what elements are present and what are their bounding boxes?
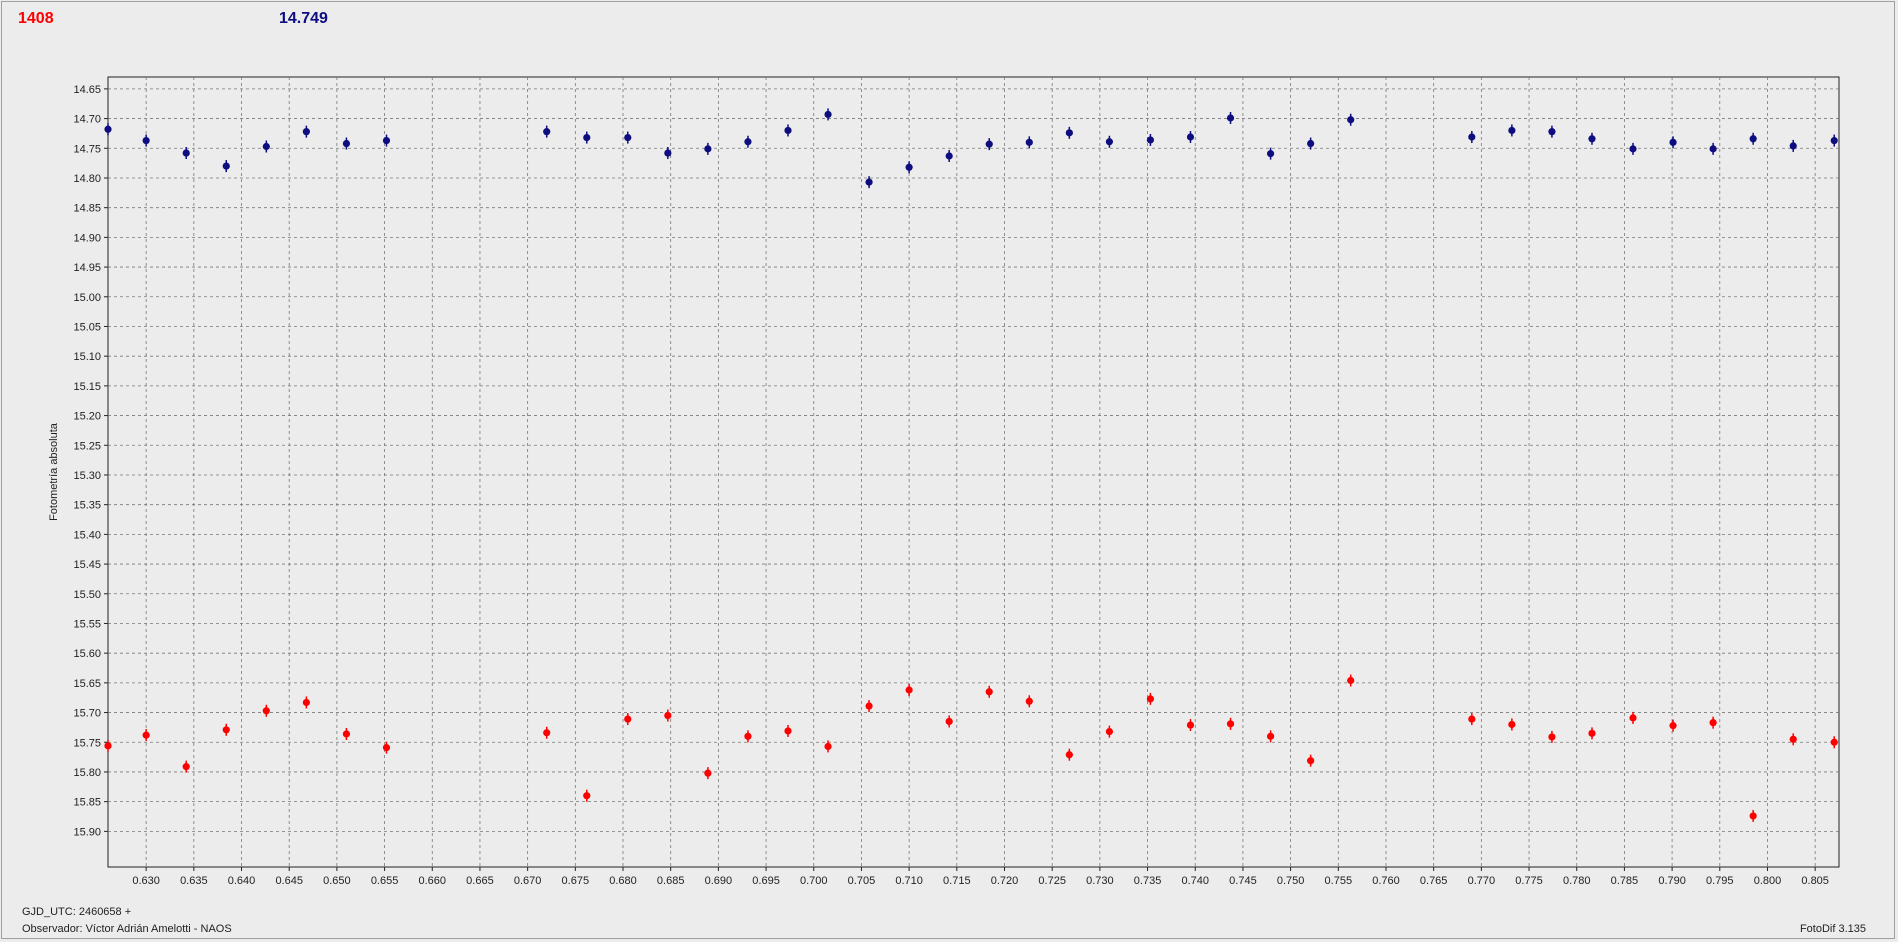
y-tick-label: 15.55 xyxy=(73,618,101,630)
x-tick-label: 0.655 xyxy=(371,875,399,887)
x-tick-label: 0.650 xyxy=(323,875,351,887)
y-tick-labels: 14.65 14.70 14.75 14.80 14.85 14.90 14.95 15.00… xyxy=(73,84,101,838)
x-tick-label: 0.735 xyxy=(1134,875,1162,887)
x-tick-label: 0.755 xyxy=(1325,875,1353,887)
y-tick-label: 15.40 xyxy=(73,529,101,541)
observer-label: Observador: Víctor Adrián Amelotti - NAO… xyxy=(22,923,232,935)
y-tick-label: 15.90 xyxy=(73,826,101,838)
x-tick-label: 0.660 xyxy=(418,875,446,887)
x-tick-label: 0.775 xyxy=(1515,875,1543,887)
x-tick-label: 0.710 xyxy=(895,875,923,887)
y-tick-label: 15.50 xyxy=(73,589,101,601)
x-tick-label: 0.670 xyxy=(514,875,542,887)
x-tick-label: 0.705 xyxy=(848,875,876,887)
x-tick-label: 0.795 xyxy=(1706,875,1734,887)
x-tick-label: 0.745 xyxy=(1229,875,1257,887)
x-tick-label: 0.780 xyxy=(1563,875,1591,887)
y-tick-label: 15.30 xyxy=(73,470,101,482)
x-tick-label: 0.665 xyxy=(466,875,494,887)
y-axis-label: Fotometría absoluta xyxy=(48,422,60,521)
x-tick-label: 0.765 xyxy=(1420,875,1448,887)
y-tick-label: 14.95 xyxy=(73,262,101,274)
y-tick-label: 15.65 xyxy=(73,678,101,690)
light-curve-chart: 0.630 0.635 0.640 0.645 0.650 0.655 0.660 0.665… xyxy=(48,76,1840,887)
y-tick-label: 15.15 xyxy=(73,381,101,393)
y-tick-label: 14.70 xyxy=(73,114,101,126)
y-tick-label: 15.85 xyxy=(73,797,101,809)
y-tick-label: 14.80 xyxy=(73,173,101,185)
y-tick-label: 14.75 xyxy=(73,143,101,155)
x-tick-label: 0.750 xyxy=(1277,875,1305,887)
y-tick-label: 15.10 xyxy=(73,351,101,363)
x-tick-labels: 0.630 0.635 0.640 0.645 0.650 0.655 0.660 0.665… xyxy=(132,875,1829,887)
x-tick-label: 0.715 xyxy=(943,875,971,887)
x-tick-label: 0.685 xyxy=(657,875,685,887)
y-tick-label: 15.80 xyxy=(73,767,101,779)
x-tick-label: 0.680 xyxy=(609,875,637,887)
x-tick-label: 0.695 xyxy=(752,875,780,887)
x-tick-label: 0.800 xyxy=(1754,875,1782,887)
x-tick-label: 0.720 xyxy=(991,875,1019,887)
y-tick-label: 15.00 xyxy=(73,292,101,304)
x-tick-label: 0.690 xyxy=(705,875,733,887)
x-tick-label: 0.640 xyxy=(228,875,256,887)
x-tick-label: 0.790 xyxy=(1658,875,1686,887)
x-tick-label: 0.730 xyxy=(1086,875,1114,887)
x-tick-label: 0.725 xyxy=(1038,875,1066,887)
x-tick-label: 0.785 xyxy=(1611,875,1639,887)
y-tick-label: 15.35 xyxy=(73,500,101,512)
y-tick-label: 15.05 xyxy=(73,321,101,333)
y-tick-label: 14.90 xyxy=(73,232,101,244)
y-tick-label: 14.85 xyxy=(73,203,101,215)
y-tick-label: 15.25 xyxy=(73,440,101,452)
y-tick-label: 15.75 xyxy=(73,737,101,749)
y-tick-label: 15.70 xyxy=(73,708,101,720)
x-tick-label: 0.645 xyxy=(275,875,303,887)
x-tick-label: 0.700 xyxy=(800,875,828,887)
x-tick-label: 0.760 xyxy=(1372,875,1400,887)
gjd-label: GJD_UTC: 2460658 + xyxy=(22,906,132,918)
x-tick-label: 0.635 xyxy=(180,875,208,887)
y-tick-label: 15.60 xyxy=(73,648,101,660)
x-tick-label: 0.675 xyxy=(562,875,590,887)
y-tick-label: 15.20 xyxy=(73,411,101,423)
y-tick-label: 15.45 xyxy=(73,559,101,571)
x-tick-label: 0.770 xyxy=(1468,875,1496,887)
x-tick-label: 0.740 xyxy=(1181,875,1209,887)
x-tick-label: 0.805 xyxy=(1801,875,1829,887)
y-tick-label: 14.65 xyxy=(73,84,101,96)
plot-area xyxy=(107,76,1840,868)
x-tick-label: 0.630 xyxy=(132,875,160,887)
software-label: FotoDif 3.135 xyxy=(1799,923,1866,935)
